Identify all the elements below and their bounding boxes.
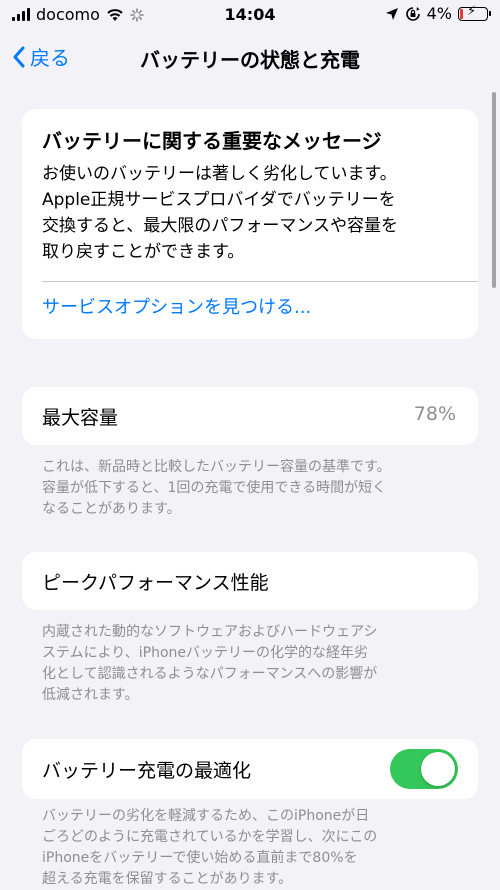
footnote-line: これは、新品時と比較したバッテリー容量の基準です。 [42,459,391,475]
battery-icon: ⚡ [458,3,491,21]
scrollbar[interactable] [492,92,496,288]
charging-bolt-icon: ⚡ [467,3,477,19]
location-arrow-icon [385,7,398,20]
message-line: 交換すると、最大限のパフォーマンスや容量を [42,216,398,236]
status-right: 4% ⚡ [385,3,491,23]
status-bar: docomo 14:04 4% ⚡ [0,0,500,30]
find-service-options-link[interactable]: サービスオプションを見つける... [42,293,311,319]
optimized-charging-row: バッテリー充電の最適化 [22,739,478,799]
max-capacity-footnote: これは、新品時と比較したバッテリー容量の基準です。 容量が低下すると、1回の充電… [42,457,462,520]
battery-message-card: バッテリーに関する重要なメッセージ お使いのバッテリーは著しく劣化しています。 … [22,109,478,339]
message-line: Apple正規サービスプロバイダでバッテリーを [42,190,396,210]
footnote-line: iPhoneをバッテリーで使い始める直前まで80%を [42,850,358,866]
footnote-line: ステムにより、iPhoneバッテリーの化学的な経年劣 [42,645,368,661]
message-body: お使いのバッテリーは著しく劣化しています。 Apple正規サービスプロバイダでバ… [42,161,462,265]
message-title: バッテリーに関する重要なメッセージ [42,129,382,153]
battery-level-fill [460,8,463,19]
navigation-bar: 戻る バッテリーの状態と充電 [0,36,500,76]
footnote-line: 容量が低下すると、1回の充電で使用できる時間が短く [42,480,387,496]
footnote-line: 化として認識されるようなパフォーマンスへの影響が [42,666,378,682]
max-capacity-value: 78% [413,403,456,425]
battery-percent: 4% [426,4,452,23]
message-line: 取り戻すことができます。 [42,242,245,262]
footnote-line: バッテリーの劣化を軽減するため、このiPhoneが日 [42,808,370,824]
message-line: お使いのバッテリーは著しく劣化しています。 [42,164,397,184]
peak-performance-footnote: 内蔵された動的なソフトウェアおよびハードウェアシ ステムにより、iPhoneバッ… [42,622,462,706]
footnote-line: 超える充電を保留することがあります。 [42,871,293,887]
optimized-charging-toggle[interactable] [390,749,458,789]
peak-performance-label: ピークパフォーマンス性能 [42,572,269,594]
max-capacity-row: 最大容量 78% [22,387,478,445]
optimized-charging-footnote: バッテリーの劣化を軽減するため、このiPhoneが日 ごろどのように充電されてい… [42,806,462,890]
footnote-line: なることがあります。 [42,501,181,517]
divider [42,281,478,282]
peak-performance-row: ピークパフォーマンス性能 [22,552,478,610]
toggle-knob [421,752,455,786]
footnote-line: 内蔵された動的なソフトウェアおよびハードウェアシ [42,624,378,640]
footnote-line: 低減されます。 [42,687,139,703]
orientation-lock-icon [405,6,420,21]
footnote-line: ごろどのように充電されているかを学習し、次にこの [42,829,378,845]
max-capacity-label: 最大容量 [42,407,119,429]
page-title: バッテリーの状態と充電 [140,48,360,72]
optimized-charging-label: バッテリー充電の最適化 [42,760,252,782]
